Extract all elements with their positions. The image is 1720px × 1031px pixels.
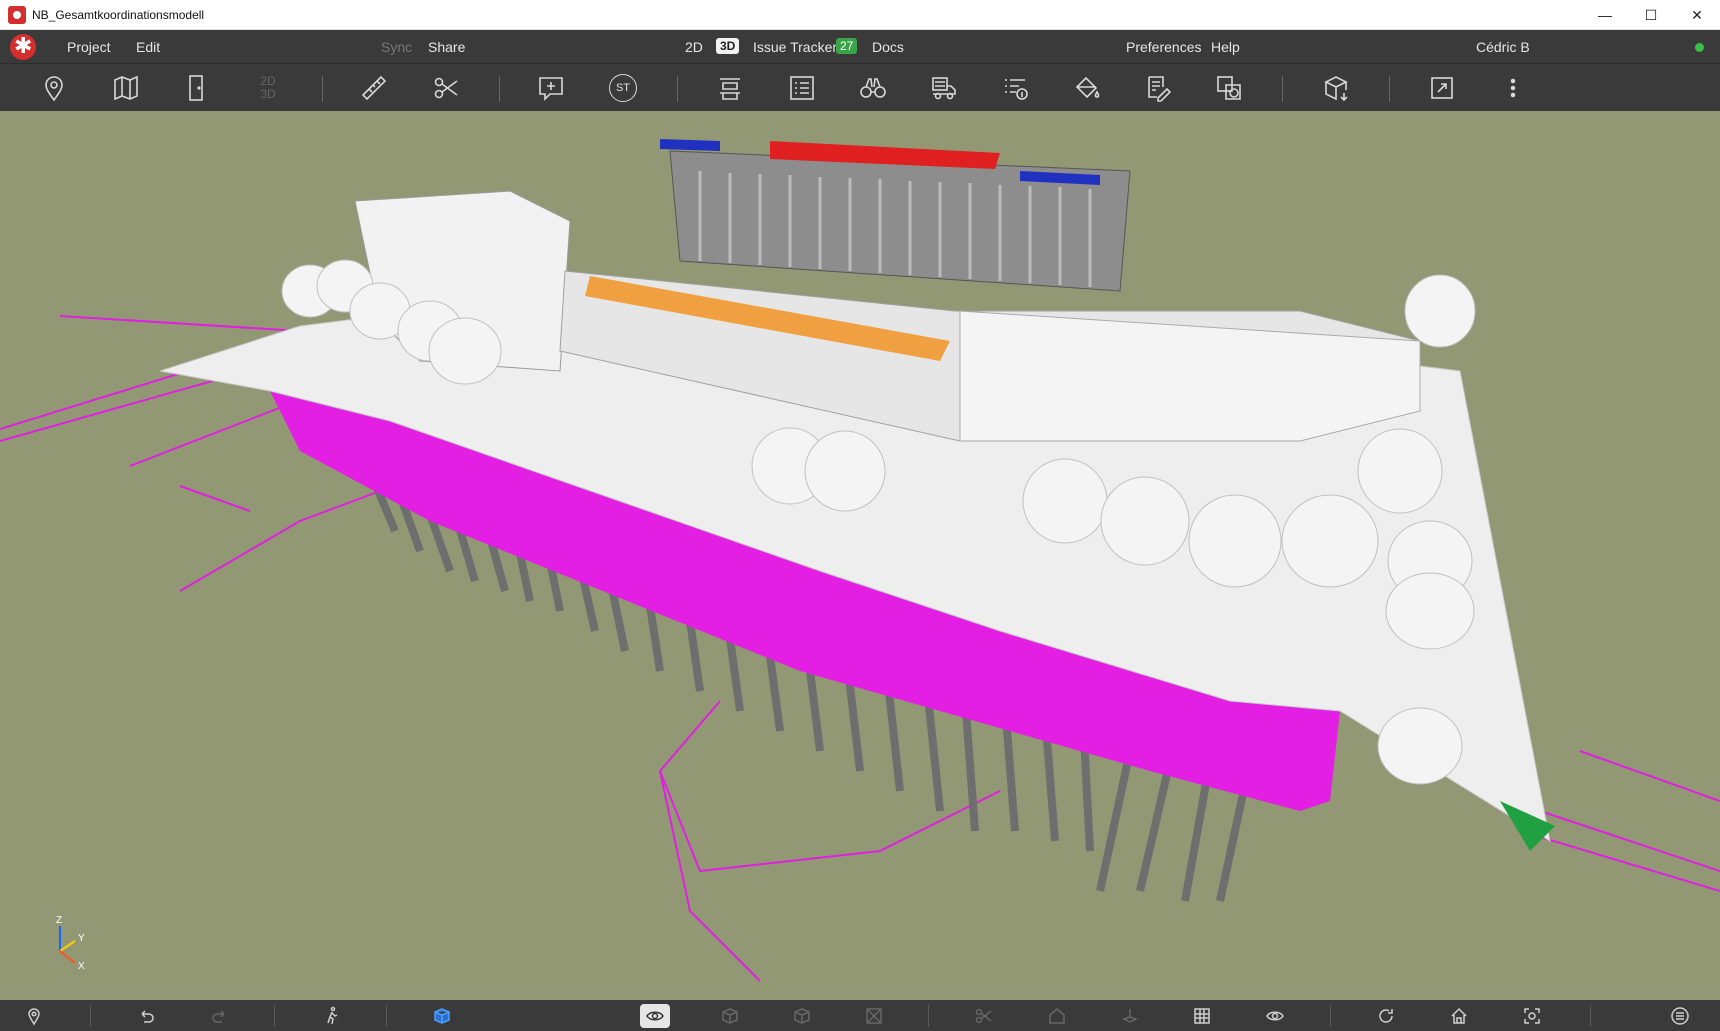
toggle-3d-label: 3D — [260, 87, 276, 101]
annotation-icon[interactable] — [1211, 72, 1247, 104]
bottom-toolbar — [0, 1000, 1720, 1031]
ruler-icon[interactable] — [356, 72, 392, 104]
toolbar-separator — [1282, 76, 1283, 102]
app-icon — [8, 5, 26, 24]
menu-bar: Project Edit Sync Share 2D 3D Issue Trac… — [0, 30, 1720, 63]
house-outline-icon[interactable] — [1045, 1004, 1069, 1028]
axis-z-label: Z — [56, 915, 62, 926]
edit-doc-icon[interactable] — [1140, 72, 1176, 104]
bottom-separator — [1330, 1005, 1331, 1027]
list-icon[interactable] — [1668, 1004, 1692, 1028]
scissors-icon[interactable] — [972, 1004, 996, 1028]
door-icon[interactable] — [178, 72, 214, 104]
title-bar: NB_Gesamtkoordinationsmodell — ☐ ✕ — [0, 0, 1720, 30]
add-comment-icon[interactable] — [533, 72, 569, 104]
main-toolbar: 2D 3D ST — [0, 63, 1720, 111]
app-logo-icon[interactable] — [10, 33, 36, 60]
mode-2d[interactable]: 2D — [685, 39, 703, 55]
eye-settings-icon[interactable] — [1263, 1004, 1287, 1028]
home-icon[interactable] — [1447, 1004, 1471, 1028]
issue-count-badge: 27 — [836, 38, 858, 54]
menu-share[interactable]: Share — [428, 39, 465, 55]
toolbar-separator — [322, 76, 323, 102]
close-button[interactable]: ✕ — [1674, 0, 1720, 30]
toolbar-separator — [677, 76, 678, 102]
binoculars-icon[interactable] — [855, 72, 891, 104]
toolbar-separator — [1389, 76, 1390, 102]
minimize-button[interactable]: — — [1582, 0, 1628, 30]
scissors-icon[interactable] — [428, 72, 464, 104]
rotate-icon[interactable] — [1374, 1004, 1398, 1028]
more-icon[interactable] — [1495, 72, 1531, 104]
box-icon[interactable] — [790, 1004, 814, 1028]
undo-icon[interactable] — [134, 1004, 158, 1028]
walk-icon[interactable] — [320, 1004, 344, 1028]
list-icon[interactable] — [784, 72, 820, 104]
grid-icon[interactable] — [1190, 1004, 1214, 1028]
cube-icon[interactable] — [430, 1004, 454, 1028]
paint-bucket-icon[interactable] — [1069, 72, 1105, 104]
menu-docs[interactable]: Docs — [872, 39, 904, 55]
expand-icon[interactable] — [1424, 72, 1460, 104]
pin-3d-icon[interactable] — [1118, 1004, 1142, 1028]
window-controls: — ☐ ✕ — [1582, 0, 1720, 30]
bottom-separator — [274, 1005, 275, 1027]
toolbar-separator — [499, 76, 500, 102]
bottom-separator — [386, 1005, 387, 1027]
online-status-indicator — [1695, 43, 1704, 52]
info-list-icon[interactable] — [998, 72, 1034, 104]
box-measure-icon[interactable] — [1318, 72, 1354, 104]
stamp-label: ST — [609, 74, 637, 102]
menu-edit[interactable]: Edit — [136, 39, 160, 55]
menu-sync[interactable]: Sync — [381, 39, 412, 55]
location-pin-icon[interactable] — [22, 1004, 46, 1028]
user-name[interactable]: Cédric B — [1476, 39, 1530, 55]
menu-project[interactable]: Project — [67, 39, 111, 55]
toggle-2d-label: 2D — [260, 74, 276, 88]
mode-3d[interactable]: 3D — [716, 38, 740, 54]
stamp-icon[interactable]: ST — [605, 72, 641, 104]
box-outline-icon[interactable] — [718, 1004, 742, 1028]
window-title: NB_Gesamtkoordinationsmodell — [32, 7, 205, 22]
frame-icon[interactable] — [862, 1004, 886, 1028]
layers-icon[interactable] — [712, 72, 748, 104]
map-pin-icon[interactable] — [108, 72, 144, 104]
3d-viewport[interactable]: Z Y X — [0, 111, 1720, 1000]
bottom-separator — [928, 1005, 929, 1027]
bim-model-render[interactable]: Z Y X — [0, 111, 1720, 1000]
redo-icon[interactable] — [208, 1004, 232, 1028]
vehicle-icon[interactable] — [926, 72, 962, 104]
maximize-button[interactable]: ☐ — [1628, 0, 1674, 30]
menu-help[interactable]: Help — [1211, 39, 1240, 55]
bottom-separator — [90, 1005, 91, 1027]
focus-icon[interactable] — [1520, 1004, 1544, 1028]
axis-y-label: Y — [78, 933, 85, 944]
2d-3d-toggle[interactable]: 2D 3D — [250, 72, 286, 104]
eye-icon[interactable] — [640, 1004, 670, 1028]
menu-issue-tracker[interactable]: Issue Tracker — [753, 39, 837, 55]
axis-indicator — [59, 926, 76, 964]
axis-x-label: X — [78, 961, 85, 972]
menu-preferences[interactable]: Preferences — [1126, 39, 1201, 55]
bottom-separator — [1590, 1005, 1591, 1027]
location-pin-icon[interactable] — [36, 72, 72, 104]
